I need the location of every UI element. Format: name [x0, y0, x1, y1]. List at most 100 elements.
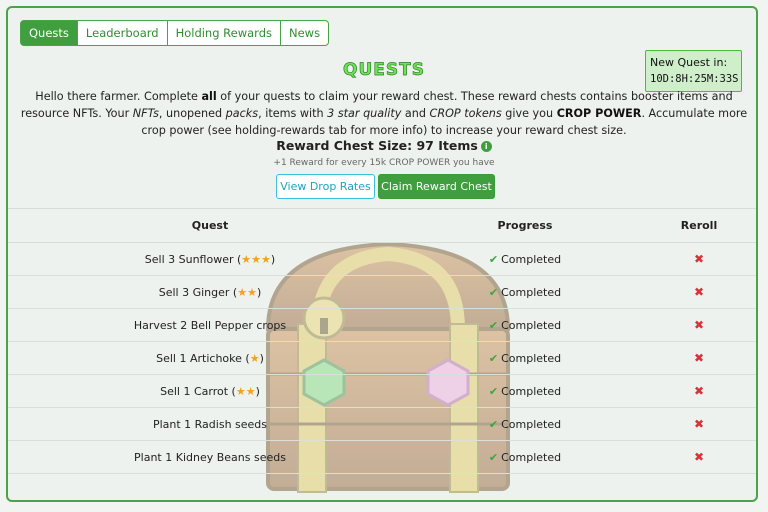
- info-icon[interactable]: i: [480, 141, 492, 152]
- view-drop-rates-button[interactable]: View Drop Rates: [276, 174, 375, 199]
- intro-text: Hello there farmer. Complete all of your…: [12, 88, 756, 139]
- quest-name: Sell 3 Ginger: [158, 285, 230, 299]
- reroll-x-icon[interactable]: ✖: [694, 285, 704, 299]
- progress-cell: ✔ Completed: [412, 418, 638, 431]
- reroll-cell: ✖: [638, 417, 756, 431]
- intro-nfts: NFTs: [132, 107, 159, 120]
- star-icon: ★: [251, 252, 262, 266]
- reroll-x-icon[interactable]: ✖: [694, 351, 704, 365]
- check-icon: ✔: [488, 318, 499, 332]
- intro-part: give you: [501, 107, 557, 120]
- progress-cell: ✔ Completed: [412, 451, 638, 464]
- intro-part: Hello there farmer. Complete: [35, 90, 202, 103]
- tab-news[interactable]: News: [280, 20, 330, 46]
- quest-cell: Sell 3 Ginger (★★): [8, 286, 412, 299]
- tab-leaderboard[interactable]: Leaderboard: [76, 20, 168, 46]
- table-row: Sell 1 Artichoke (★) ✔ Completed ✖: [8, 342, 756, 375]
- table-row: Plant 1 Radish seeds ✔ Completed ✖: [8, 408, 756, 441]
- stars-close: ): [256, 285, 262, 299]
- tab-quests[interactable]: Quests: [20, 20, 78, 46]
- star-icon: ★: [245, 384, 256, 398]
- table-row: Sell 3 Ginger (★★) ✔ Completed ✖: [8, 276, 756, 309]
- reroll-x-icon[interactable]: ✖: [694, 384, 704, 398]
- table-header: Quest Progress Reroll: [8, 208, 756, 243]
- progress-status: Completed: [501, 285, 562, 299]
- reward-chest-size: Reward Chest Size: 97 Items i: [8, 138, 756, 153]
- tab-holding-rewards[interactable]: Holding Rewards: [166, 20, 281, 46]
- reroll-cell: ✖: [638, 318, 756, 332]
- stars-close: ): [255, 384, 260, 398]
- quest-table: Quest Progress Reroll Sell 3 Sunflower (…: [8, 208, 756, 474]
- intro-star-quality: 3 star quality: [327, 107, 402, 120]
- reroll-x-icon[interactable]: ✖: [694, 417, 704, 431]
- progress-status: Completed: [501, 384, 562, 398]
- reroll-cell: ✖: [638, 285, 756, 299]
- progress-cell: ✔ Completed: [412, 253, 638, 266]
- table-body: Sell 3 Sunflower (★★★) ✔ Completed ✖ Sell 3 …: [8, 243, 756, 474]
- progress-status: Completed: [501, 252, 562, 266]
- intro-part: , unopened: [158, 107, 226, 120]
- progress-cell: ✔ Completed: [412, 286, 638, 299]
- reroll-x-icon[interactable]: ✖: [694, 252, 704, 266]
- progress-cell: ✔ Completed: [412, 352, 638, 365]
- progress-status: Completed: [501, 417, 562, 431]
- intro-part: and: [401, 107, 430, 120]
- quest-name: Sell 3 Sunflower: [144, 252, 234, 266]
- table-row: Sell 1 Carrot (★★) ✔ Completed ✖: [8, 375, 756, 408]
- reroll-cell: ✖: [638, 450, 756, 464]
- intro-packs: packs: [225, 107, 259, 120]
- star-icon: ★: [235, 384, 246, 398]
- quest-cell: Plant 1 Kidney Beans seeds: [8, 451, 412, 464]
- quest-cell: Harvest 2 Bell Pepper crops: [8, 319, 412, 332]
- check-icon: ✔: [488, 351, 499, 365]
- quest-name: Harvest 2 Bell Pepper crops: [133, 318, 287, 332]
- stars-close: ): [270, 252, 276, 266]
- star-icon: ★: [241, 252, 252, 266]
- reroll-x-icon[interactable]: ✖: [694, 450, 704, 464]
- star-icon: ★: [237, 285, 248, 299]
- quest-cell: Sell 1 Carrot (★★): [8, 385, 412, 398]
- quest-name: Sell 1 Artichoke: [156, 351, 242, 365]
- stars-open: (: [228, 384, 236, 398]
- stars-close: ): [259, 351, 264, 365]
- header-reroll: Reroll: [680, 219, 718, 232]
- table-row: Harvest 2 Bell Pepper crops ✔ Completed ✖: [8, 309, 756, 342]
- intro-bold-all: all: [201, 90, 217, 103]
- quest-name: Plant 1 Radish seeds: [152, 417, 268, 431]
- progress-status: Completed: [501, 351, 562, 365]
- check-icon: ✔: [488, 450, 499, 464]
- page-title: QUESTS: [343, 60, 425, 81]
- star-icon: ★: [261, 252, 271, 266]
- progress-status: Completed: [501, 450, 562, 464]
- reroll-cell: ✖: [638, 252, 756, 266]
- check-icon: ✔: [488, 417, 499, 431]
- progress-cell: ✔ Completed: [412, 385, 638, 398]
- table-row: Plant 1 Kidney Beans seeds ✔ Completed ✖: [8, 441, 756, 474]
- stars-open: (: [241, 351, 250, 365]
- star-icon: ★: [247, 285, 257, 299]
- intro-crop-power: CROP POWER: [556, 107, 642, 120]
- table-row: Sell 3 Sunflower (★★★) ✔ Completed ✖: [8, 243, 756, 276]
- check-icon: ✔: [488, 384, 499, 398]
- quest-cell: Sell 3 Sunflower (★★★): [8, 253, 412, 266]
- reroll-x-icon[interactable]: ✖: [694, 318, 704, 332]
- quest-name: Sell 1 Carrot: [160, 384, 229, 398]
- tab-bar: Quests Leaderboard Holding Rewards News: [20, 20, 330, 46]
- reward-chest-size-text: Reward Chest Size: 97 Items: [276, 138, 478, 153]
- quest-cell: Plant 1 Radish seeds: [8, 418, 412, 431]
- reroll-cell: ✖: [638, 384, 756, 398]
- quest-name: Plant 1 Kidney Beans seeds: [134, 450, 286, 464]
- quest-cell: Sell 1 Artichoke (★): [8, 352, 412, 365]
- intro-crop-tokens: CROP tokens: [429, 107, 502, 120]
- header-progress: Progress: [497, 219, 553, 232]
- quests-panel: Quests Leaderboard Holding Rewards News …: [6, 6, 758, 502]
- reward-chest-note: +1 Reward for every 15k CROP POWER you h…: [273, 158, 495, 168]
- check-icon: ✔: [488, 285, 499, 299]
- star-icon: ★: [249, 351, 260, 365]
- header-quest: Quest: [191, 219, 229, 232]
- intro-part: , items with: [258, 107, 328, 120]
- reroll-cell: ✖: [638, 351, 756, 365]
- claim-reward-chest-button[interactable]: Claim Reward Chest: [378, 174, 495, 199]
- progress-cell: ✔ Completed: [412, 319, 638, 332]
- progress-status: Completed: [501, 318, 562, 332]
